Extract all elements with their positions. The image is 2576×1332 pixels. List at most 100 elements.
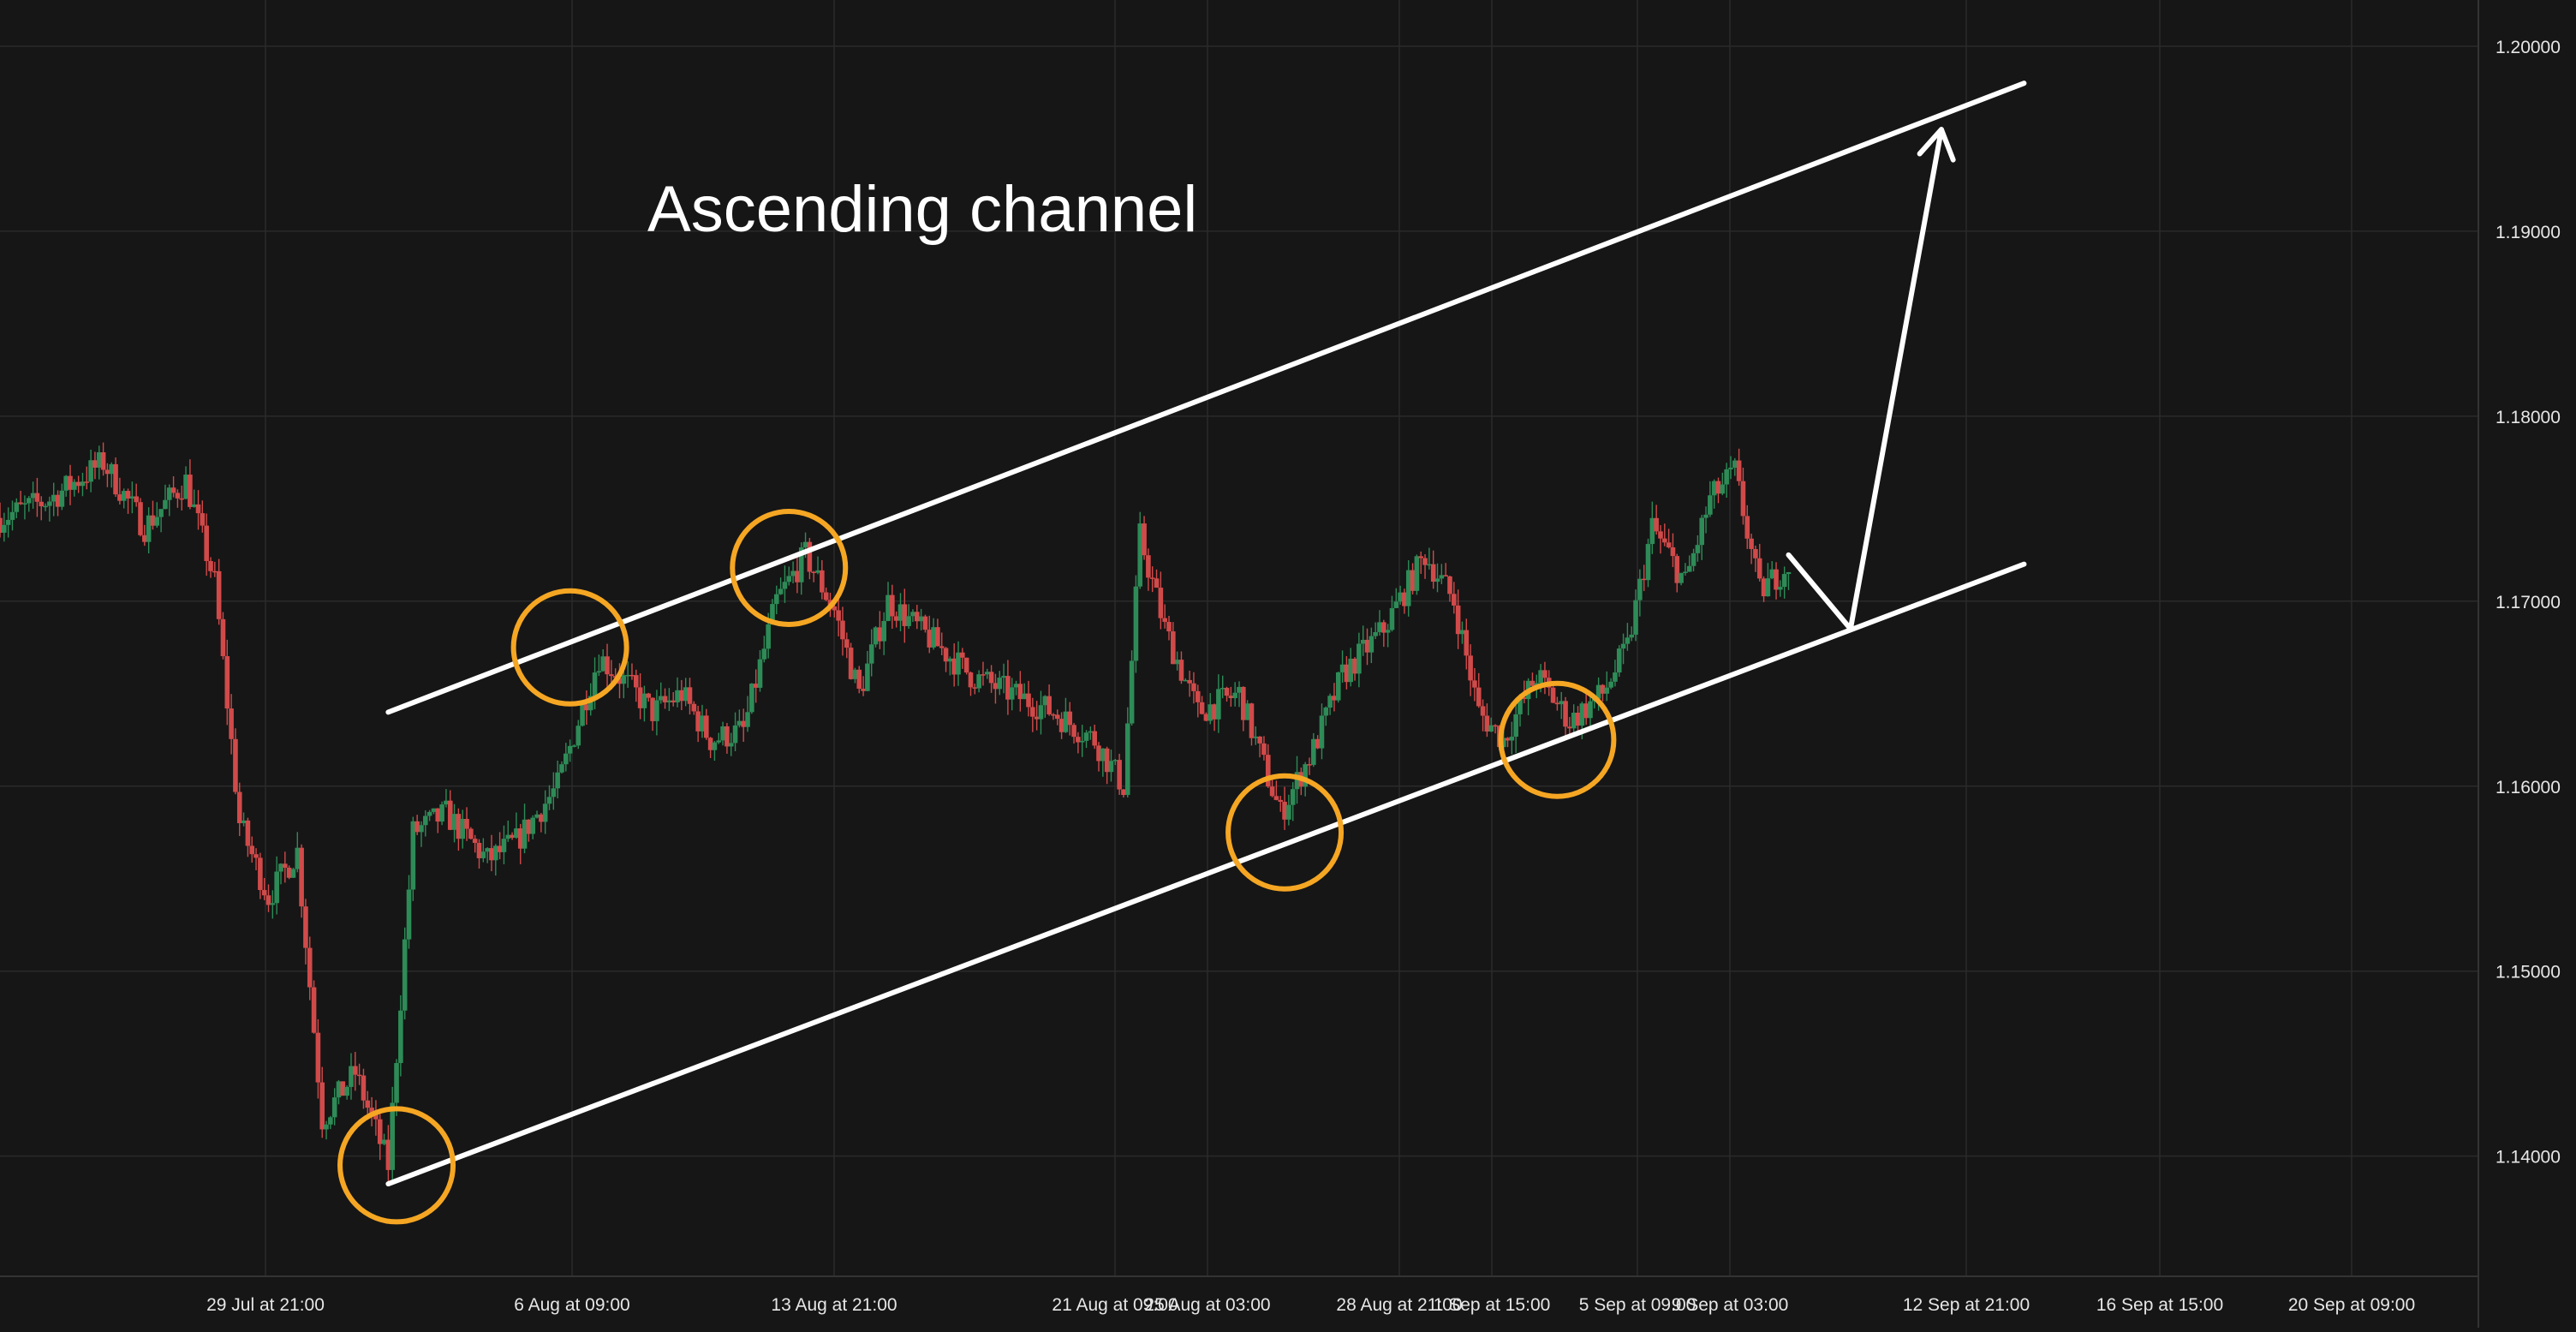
candle	[522, 803, 528, 854]
candle-body	[802, 541, 808, 548]
candle-body	[1129, 660, 1135, 724]
candle	[691, 701, 697, 715]
candle-body	[927, 630, 933, 648]
candle	[720, 721, 725, 746]
candle-body	[426, 811, 432, 816]
candle-body	[138, 502, 143, 535]
candle	[460, 809, 466, 849]
candle	[1480, 699, 1486, 732]
candle	[1244, 700, 1250, 720]
candle	[1058, 712, 1064, 739]
candle-body	[1765, 578, 1771, 597]
candle	[1414, 554, 1420, 595]
candle-body	[625, 674, 630, 677]
candle-body	[960, 652, 965, 658]
candle	[1067, 702, 1073, 736]
price-tick-label: 1.15000	[2496, 963, 2561, 983]
candle	[92, 451, 98, 480]
candle-body	[559, 764, 564, 773]
candle	[480, 838, 486, 863]
candle-body	[188, 475, 193, 507]
candle-body	[390, 1102, 396, 1170]
candle	[253, 848, 259, 871]
candle	[59, 483, 65, 511]
candle-body	[1484, 715, 1490, 732]
candle-body	[311, 987, 317, 1033]
candle-body	[1001, 676, 1006, 678]
candle-body	[1740, 481, 1746, 517]
candle	[1699, 515, 1705, 560]
candle-body	[1199, 702, 1205, 714]
candle	[175, 489, 181, 508]
candle	[377, 1111, 383, 1161]
candle	[972, 684, 978, 695]
candle	[1385, 624, 1391, 648]
candle	[1690, 548, 1696, 572]
candle-body	[1480, 706, 1486, 716]
candle-body	[1670, 547, 1676, 557]
candle-body	[1216, 689, 1221, 720]
candle	[431, 808, 437, 815]
candle	[1001, 663, 1006, 694]
candle-body	[1054, 714, 1060, 720]
candle-body	[1092, 731, 1097, 746]
candle	[1187, 670, 1192, 697]
candle	[290, 867, 296, 878]
candle	[1142, 516, 1147, 560]
candle-body	[1538, 670, 1543, 684]
candle	[1335, 672, 1341, 703]
candle	[1765, 563, 1771, 597]
candle	[873, 625, 879, 648]
candle-body	[1364, 639, 1370, 653]
candle	[1571, 704, 1577, 734]
candle	[1076, 732, 1081, 754]
candle-body	[1649, 517, 1655, 545]
candle-body	[1253, 736, 1259, 738]
candle	[1422, 554, 1428, 579]
candle	[26, 496, 32, 512]
candle-body	[72, 481, 77, 490]
candle-body	[472, 839, 478, 844]
candle	[1083, 730, 1089, 749]
time-tick-label: 6 Aug at 09:00	[514, 1295, 629, 1315]
candle	[485, 847, 490, 863]
candle-body	[1633, 600, 1638, 635]
candle	[39, 496, 45, 521]
price-axis-labels: 1.20000 1.19000 1.18000 1.17000 1.16000 1.150…	[2496, 38, 2561, 1168]
candle-body	[1674, 556, 1680, 583]
candle-body	[1476, 687, 1482, 707]
candle	[398, 995, 403, 1077]
candle	[993, 673, 999, 704]
candle	[815, 556, 820, 575]
time-tick-label: 1 Sep at 15:00	[1434, 1295, 1551, 1315]
candle	[1405, 560, 1411, 617]
candle-body	[1149, 577, 1155, 579]
candle	[1720, 472, 1726, 496]
candle-body	[1393, 601, 1399, 608]
candle-body	[1715, 481, 1721, 494]
candle	[426, 809, 432, 821]
candle	[125, 488, 131, 514]
candle	[1625, 623, 1631, 651]
candle-body	[245, 820, 251, 846]
candle	[1629, 626, 1635, 642]
candle	[1162, 604, 1167, 629]
candle	[820, 559, 825, 600]
candle-body	[782, 582, 788, 589]
candle-body	[1352, 658, 1357, 674]
candle	[340, 1081, 346, 1096]
candle	[943, 647, 949, 672]
candle	[34, 477, 40, 517]
candle-body	[1158, 588, 1164, 618]
candle-body	[886, 594, 891, 621]
candle	[55, 490, 61, 517]
candle	[712, 740, 718, 762]
candle	[150, 500, 156, 530]
candle-body	[666, 700, 672, 702]
candlestick-chart[interactable]: 1.20000 1.19000 1.18000 1.17000 1.16000 1.150…	[0, 0, 2576, 1328]
candle-body	[1761, 578, 1767, 597]
candle-body	[444, 800, 449, 805]
candle	[1567, 716, 1572, 736]
candle-body	[419, 825, 424, 833]
candle	[299, 844, 304, 918]
